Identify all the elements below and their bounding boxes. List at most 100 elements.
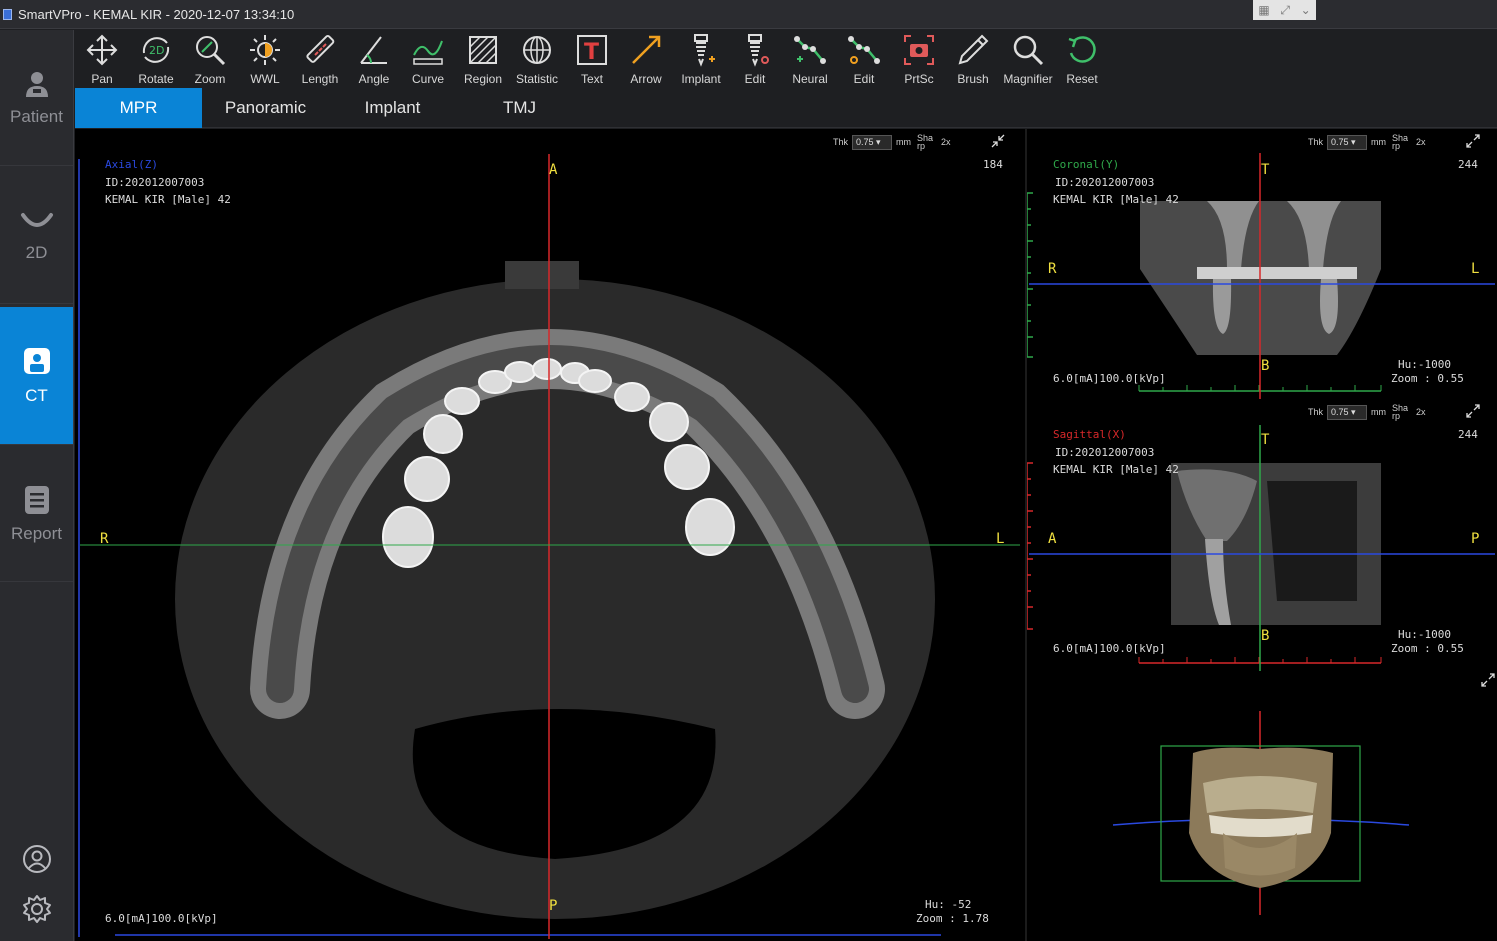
- axial-zoom-value: Zoom : 1.78: [916, 912, 989, 925]
- magnification-label[interactable]: 2x: [1416, 407, 1426, 417]
- rotate-icon: 2D: [142, 37, 170, 63]
- coronal-direction-left: R: [1048, 261, 1057, 277]
- neural-tool-button[interactable]: Neural: [783, 30, 837, 88]
- thickness-select[interactable]: 0.75 ▾: [1327, 134, 1368, 150]
- grid-icon[interactable]: ▦: [1258, 3, 1269, 17]
- statistic-icon: [523, 36, 551, 64]
- sharpen-label[interactable]: Sha rp: [1392, 134, 1410, 151]
- sidebar-item-label: Patient: [10, 106, 63, 126]
- sidebar-item-2d[interactable]: 2D: [0, 168, 73, 304]
- statistic-tool-button[interactable]: Statistic: [510, 30, 564, 88]
- rotate-tool-button[interactable]: 2D Rotate: [129, 30, 183, 88]
- axial-patient-id: ID:202012007003: [105, 176, 205, 189]
- tool-label: Region: [463, 72, 503, 86]
- chevron-down-icon[interactable]: ⌄: [1301, 3, 1311, 17]
- pan-tool-button[interactable]: Pan: [75, 30, 129, 88]
- coronal-hu-value: Hu:-1000: [1398, 358, 1451, 371]
- collapse-icon[interactable]: [991, 134, 1005, 148]
- window-title: SmartVPro - KEMAL KIR - 2020-12-07 13:34…: [18, 6, 295, 22]
- magnification-label[interactable]: 2x: [941, 137, 951, 147]
- sagittal-hu-value: Hu:-1000: [1398, 628, 1451, 641]
- text-tool-button[interactable]: T Text: [565, 30, 619, 88]
- sagittal-exposure: 6.0[mA]100.0[kVp]: [1053, 642, 1166, 655]
- region-icon: [469, 36, 497, 64]
- prtsc-tool-button[interactable]: PrtSc: [892, 30, 946, 88]
- implant-tool-button[interactable]: Implant: [674, 30, 728, 88]
- expand-view-icon[interactable]: [1466, 404, 1480, 418]
- sharpen-label[interactable]: Sha rp: [917, 134, 935, 151]
- user-icon: [22, 845, 51, 873]
- app-logo-icon: [3, 8, 12, 20]
- edit-neural-icon: [848, 36, 880, 64]
- sagittal-direction-bottom: B: [1261, 628, 1270, 644]
- sidebar-item-label: CT: [25, 385, 48, 405]
- magnification-label[interactable]: 2x: [1416, 137, 1426, 147]
- volume-3d-view[interactable]: [1027, 673, 1497, 941]
- thickness-value: 0.75: [1331, 137, 1349, 147]
- tool-label: Angle: [358, 72, 390, 86]
- tool-label: Edit: [744, 72, 766, 86]
- thickness-label: Thk: [833, 137, 849, 147]
- sagittal-view-label: Sagittal(X): [1053, 428, 1126, 441]
- wwl-tool-button[interactable]: WWL: [238, 30, 292, 88]
- magnifier-tool-button[interactable]: Magnifier: [1001, 30, 1055, 88]
- brush-icon: [958, 34, 989, 65]
- reset-icon: [1068, 36, 1096, 63]
- sagittal-thickness-control[interactable]: Thk 0.75 ▾ mm Sha rp 2x: [1308, 404, 1426, 421]
- length-tool-button[interactable]: Length: [293, 30, 347, 88]
- unit-label: mm: [1371, 407, 1387, 417]
- window-controls[interactable]: ▦ ⤢ ⌄: [1253, 0, 1316, 20]
- sharpen-label[interactable]: Sha rp: [1392, 404, 1410, 421]
- tool-label: Statistic: [515, 72, 558, 86]
- zoom-tool-button[interactable]: Zoom: [183, 30, 237, 88]
- thickness-label: Thk: [1308, 407, 1324, 417]
- rotate-badge: 2D: [149, 44, 164, 57]
- axial-ct-image: [78, 154, 1020, 939]
- axial-direction-top: A: [549, 162, 558, 178]
- reset-tool-button[interactable]: Reset: [1055, 30, 1109, 88]
- sidebar-item-report[interactable]: Report: [0, 446, 73, 582]
- axial-direction-left: R: [100, 531, 109, 547]
- user-button[interactable]: [0, 844, 73, 874]
- axial-slice-number: 184: [983, 158, 1003, 171]
- ct-scanner-icon: [23, 347, 50, 374]
- expand-view-icon[interactable]: [1466, 134, 1480, 148]
- region-tool-button[interactable]: Region: [456, 30, 510, 88]
- tab-tmj[interactable]: TMJ: [456, 88, 583, 128]
- edit-implant-tool-button[interactable]: Edit: [728, 30, 782, 88]
- sidebar-item-ct[interactable]: CT: [0, 307, 73, 445]
- axial-view[interactable]: Axial(Z) ID:202012007003 KEMAL KIR [Male…: [75, 129, 1025, 941]
- curve-tool-button[interactable]: Curve: [401, 30, 455, 88]
- sagittal-direction-left: A: [1048, 531, 1057, 547]
- angle-icon: [360, 36, 387, 64]
- mpr-view-area: Axial(Z) ID:202012007003 KEMAL KIR [Male…: [75, 129, 1497, 941]
- settings-button[interactable]: [0, 894, 73, 924]
- thickness-select[interactable]: 0.75 ▾: [852, 134, 893, 150]
- coronal-thickness-control[interactable]: Thk 0.75 ▾ mm Sha rp 2x: [1308, 134, 1426, 151]
- edit-neural-tool-button[interactable]: Edit: [837, 30, 891, 88]
- tab-panoramic[interactable]: Panoramic: [202, 88, 329, 128]
- tab-mpr[interactable]: MPR: [75, 88, 202, 128]
- coronal-view[interactable]: Coronal(Y) ID:202012007003 KEMAL KIR [Ma…: [1027, 129, 1497, 401]
- coronal-slice-number: 244: [1458, 158, 1478, 171]
- arrow-tool-button[interactable]: Arrow: [619, 30, 673, 88]
- thickness-select[interactable]: 0.75 ▾: [1327, 404, 1368, 420]
- sidebar-item-patient[interactable]: Patient: [0, 30, 73, 166]
- brush-tool-button[interactable]: Brush: [946, 30, 1000, 88]
- tool-label: Rotate: [138, 72, 174, 86]
- expand-icon[interactable]: ⤢: [1280, 3, 1290, 18]
- text-icon: T: [577, 35, 607, 65]
- axial-view-label: Axial(Z): [105, 158, 158, 171]
- coronal-direction-right: L: [1471, 261, 1480, 277]
- implant-icon: [694, 34, 715, 67]
- tool-label: Zoom: [194, 72, 226, 86]
- tool-label: Length: [301, 72, 339, 86]
- axial-thickness-control[interactable]: Thk 0.75 ▾ mm Sha rp 2x: [833, 134, 951, 151]
- tool-label: Implant: [681, 72, 721, 86]
- coronal-zoom-value: Zoom : 0.55: [1391, 372, 1464, 385]
- sagittal-view[interactable]: Sagittal(X) ID:202012007003 KEMAL KIR [M…: [1027, 401, 1497, 673]
- tab-implant[interactable]: Implant: [329, 88, 456, 128]
- patient-icon: [25, 71, 48, 97]
- angle-tool-button[interactable]: Angle: [347, 30, 401, 88]
- camera-icon: [904, 35, 934, 65]
